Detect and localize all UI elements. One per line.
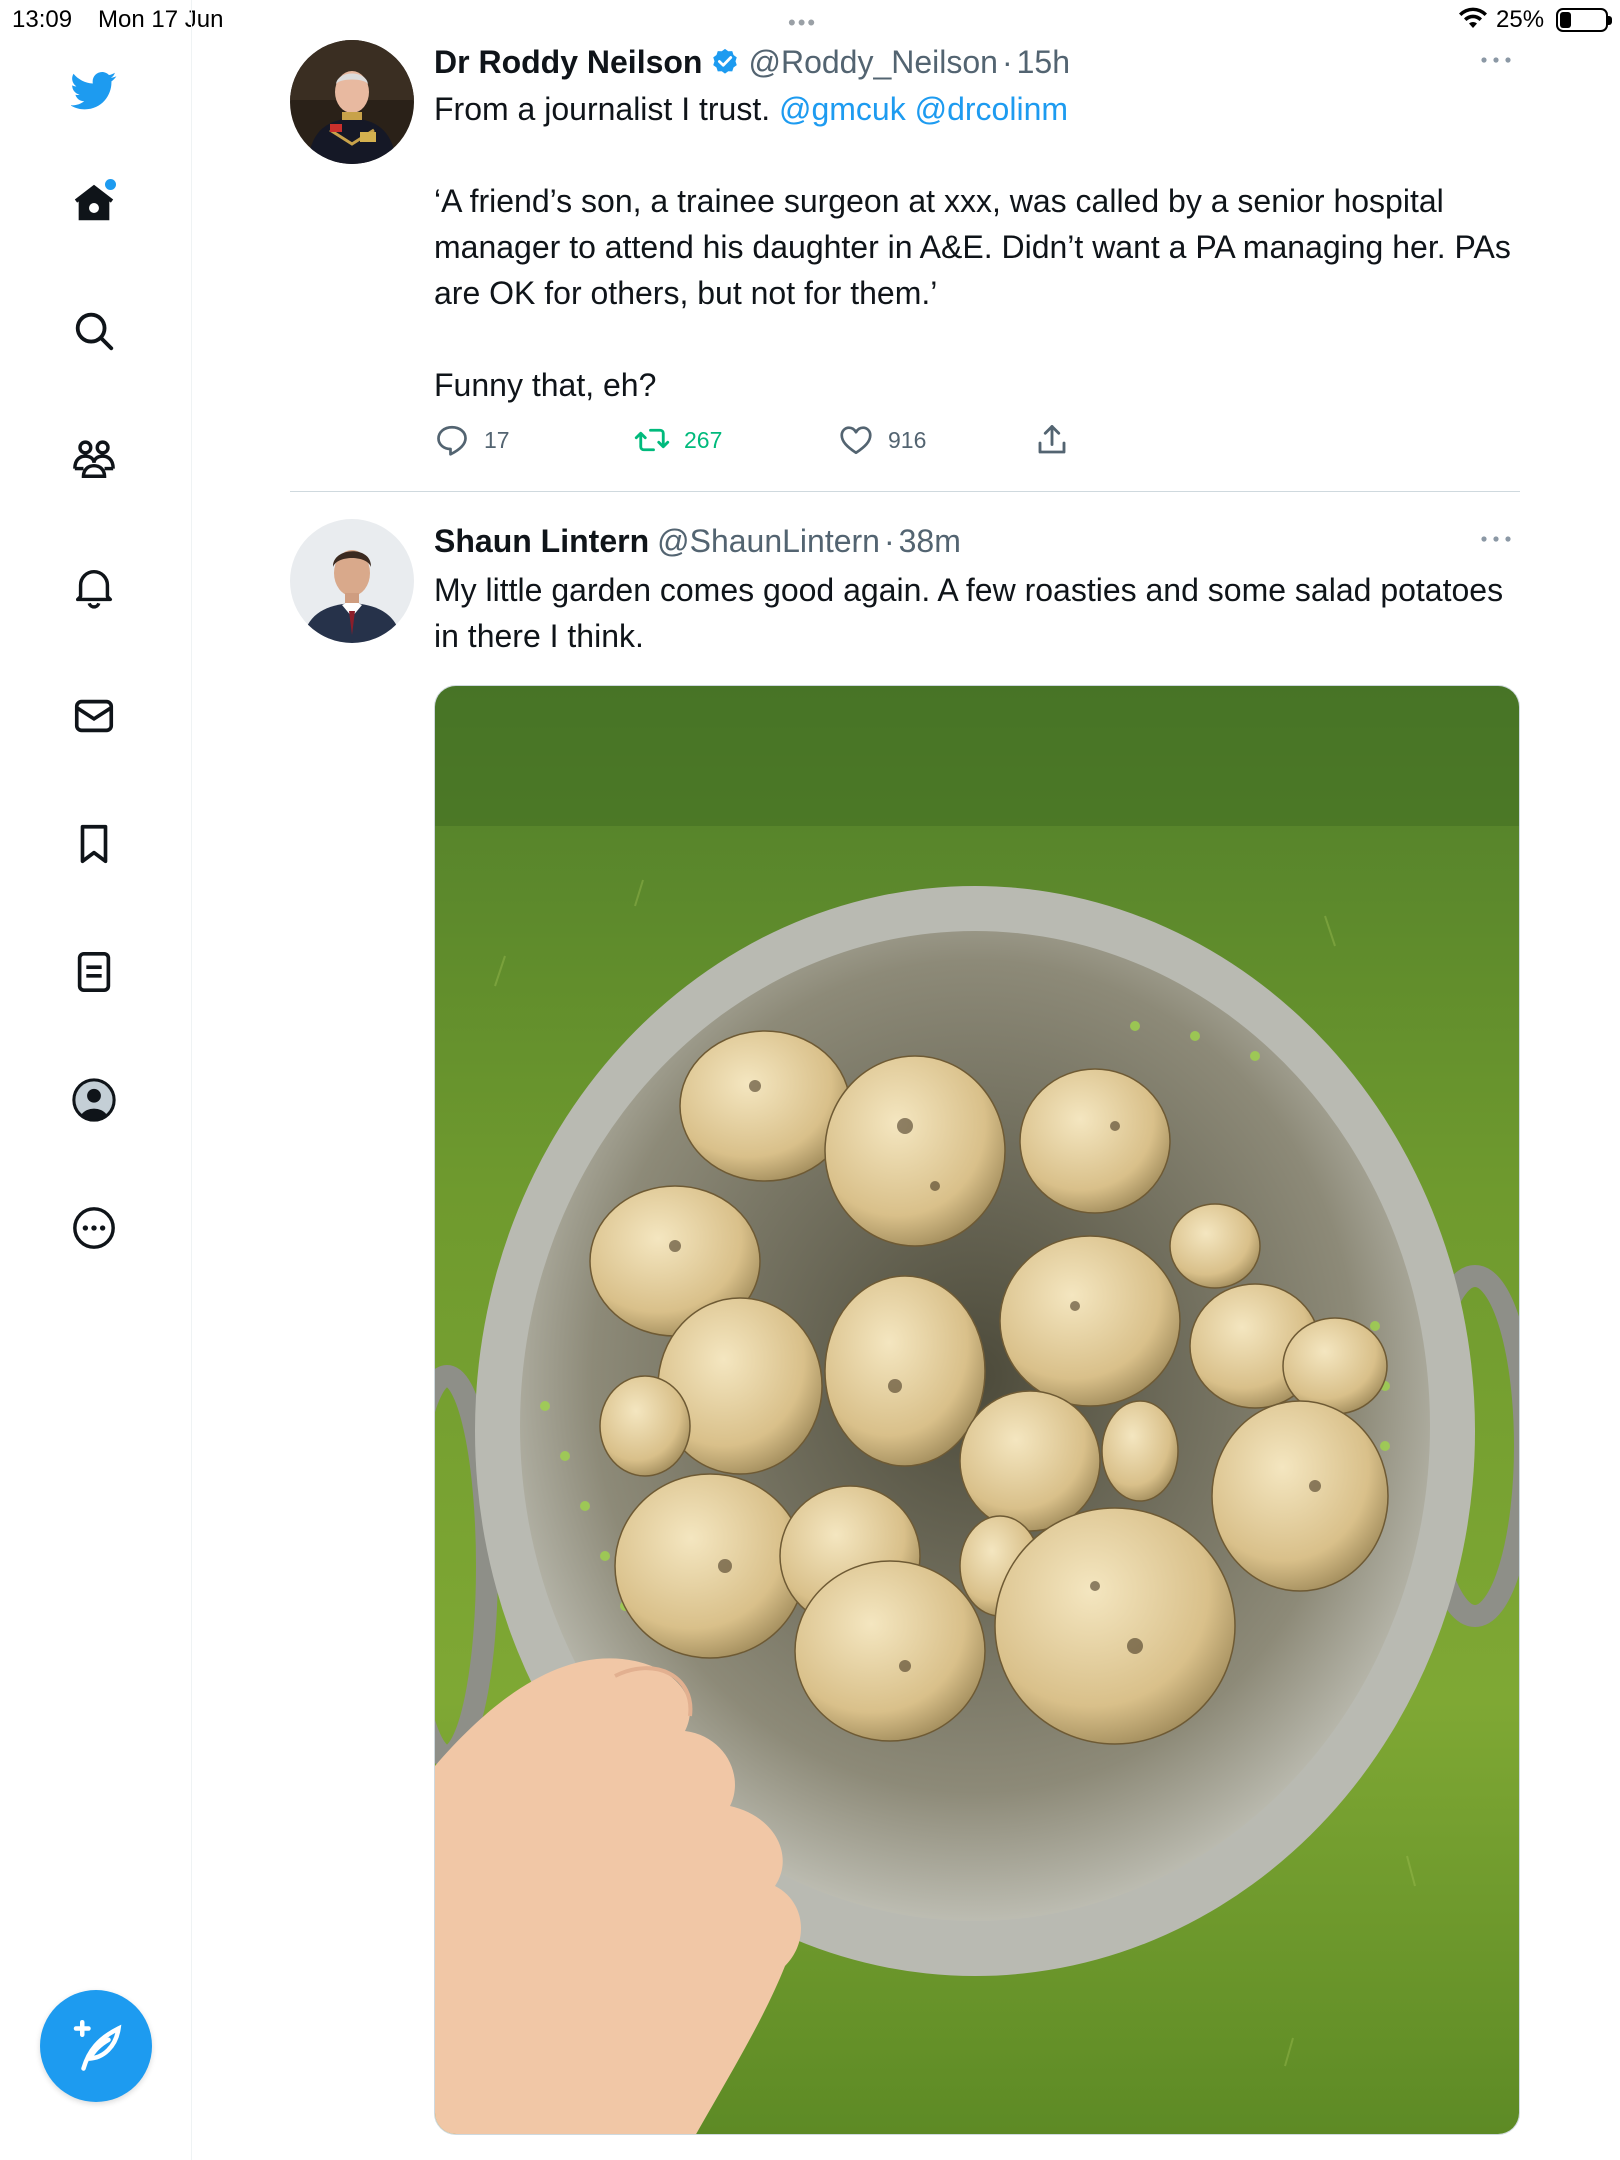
tweet-actions: 17 267 916: [434, 422, 1520, 472]
compose-tweet-button[interactable]: [40, 1990, 152, 2102]
reply-button[interactable]: 17: [434, 422, 510, 458]
multitasking-dots-icon[interactable]: •••: [788, 10, 817, 36]
separator-dot: ·: [1001, 43, 1013, 80]
bookmark-icon[interactable]: [66, 816, 122, 872]
share-icon: [1038, 425, 1066, 454]
tweet-text-intro: From a journalist I trust.: [434, 91, 779, 127]
compose-feather-icon: [73, 2020, 122, 2071]
home-icon[interactable]: [66, 175, 122, 231]
avatar[interactable]: [290, 40, 414, 164]
tweet-timestamp[interactable]: 15h: [1017, 44, 1070, 81]
like-count: 916: [888, 426, 927, 453]
mention-link[interactable]: @gmcuk: [779, 91, 906, 127]
tweet-roddy-neilson[interactable]: Dr Roddy Neilson @Roddy_Neilson · 15h Fr…: [290, 40, 1520, 460]
home-notification-dot: [105, 179, 116, 190]
tweet-closing: Funny that, eh?: [434, 367, 657, 403]
like-button[interactable]: 916: [838, 422, 926, 458]
notifications-bell-icon[interactable]: [66, 559, 122, 615]
more-circle-icon[interactable]: [66, 1200, 122, 1256]
author-name[interactable]: Shaun Lintern: [434, 523, 649, 560]
profile-icon[interactable]: [66, 1072, 122, 1128]
twitter-logo-icon[interactable]: [66, 62, 122, 118]
reply-count: 17: [484, 426, 510, 453]
author-handle[interactable]: @Roddy_Neilson: [748, 44, 998, 81]
author-handle[interactable]: @ShaunLintern: [657, 523, 880, 560]
tweet-header: Dr Roddy Neilson @Roddy_Neilson · 15h: [434, 40, 1520, 84]
retweet-count: 267: [684, 426, 723, 453]
communities-icon[interactable]: [66, 431, 122, 487]
tweet-photo[interactable]: [434, 685, 1520, 2135]
battery-icon: [1556, 8, 1612, 32]
search-icon[interactable]: [66, 303, 122, 359]
mention-link[interactable]: @drcolinm: [915, 91, 1068, 127]
retweet-button[interactable]: 267: [634, 422, 722, 458]
separator-dot: ·: [883, 522, 895, 559]
tweet-shaun-lintern[interactable]: Shaun Lintern @ShaunLintern · 38m My lit…: [290, 519, 1520, 2160]
battery-percentage: 25%: [1496, 6, 1545, 33]
lists-icon[interactable]: [66, 944, 122, 1000]
wifi-icon: [1459, 7, 1487, 28]
retweet-icon: [634, 428, 670, 452]
tweet-timestamp[interactable]: 38m: [899, 523, 961, 560]
avatar[interactable]: [290, 519, 414, 643]
more-options-icon[interactable]: [1478, 529, 1514, 549]
tweet-header: Shaun Lintern @ShaunLintern · 38m: [434, 519, 1520, 563]
status-bar: 13:09 Mon 17 Jun ••• 25%: [0, 0, 1620, 40]
tweet-text: From a journalist I trust. @gmcuk @drcol…: [434, 86, 1520, 408]
heart-icon: [840, 426, 872, 455]
tweet-text: My little garden comes good again. A few…: [434, 572, 1504, 654]
author-name[interactable]: Dr Roddy Neilson: [434, 44, 702, 81]
verified-badge-icon: [713, 48, 738, 74]
tweet-quote: ‘A friend’s son, a trainee surgeon at xx…: [434, 183, 1511, 311]
tweet-divider: [290, 491, 1520, 492]
share-button[interactable]: [1034, 422, 1084, 458]
messages-envelope-icon[interactable]: [66, 688, 122, 744]
reply-icon: [437, 425, 467, 456]
more-options-icon[interactable]: [1478, 50, 1514, 70]
sidebar-nav: [0, 0, 192, 2160]
